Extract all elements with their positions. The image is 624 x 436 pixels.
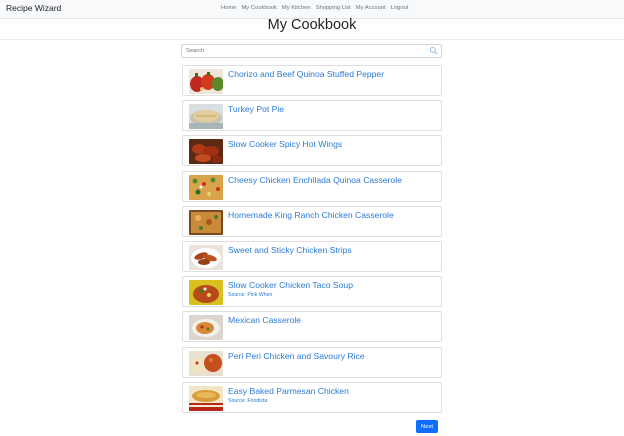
- stuffed-pepper-photo: [189, 69, 223, 94]
- parmesan-chicken-photo: [189, 385, 223, 411]
- recipe-card[interactable]: Chorizo and Beef Quinoa Stuffed Pepper: [182, 65, 442, 96]
- recipe-card[interactable]: Peri Peri Chicken and Savoury Rice: [182, 346, 442, 378]
- nav-home[interactable]: Home: [221, 5, 236, 11]
- recipe-card[interactable]: Slow Cooker Spicy Hot Wings: [182, 135, 442, 167]
- brand-link[interactable]: Recipe Wizard: [6, 3, 61, 13]
- peri-peri-chicken-photo: [189, 350, 223, 376]
- nav-my-account[interactable]: My Account: [356, 5, 386, 11]
- nav-links: Home My Cookbook My Kitchen Shopping Lis…: [221, 5, 413, 11]
- page-title: My Cookbook: [267, 17, 357, 33]
- nav-shopping-list[interactable]: Shopping List: [316, 5, 351, 11]
- recipe-name[interactable]: Turkey Pot Pie: [228, 104, 284, 114]
- mexican-casserole-photo: [189, 315, 223, 341]
- recipe-card[interactable]: Easy Baked Parmesan Chicken Source: Food…: [182, 381, 442, 413]
- recipe-source: Source: Foodista: [228, 397, 268, 404]
- recipe-name[interactable]: Slow Cooker Chicken Taco Soup: [228, 280, 353, 290]
- recipe-name[interactable]: Peri Peri Chicken and Savoury Rice: [228, 351, 365, 361]
- chicken-strips-photo: [189, 244, 223, 270]
- recipe-list: Chorizo and Beef Quinoa Stuffed Pepper T…: [182, 65, 442, 417]
- nav-my-kitchen[interactable]: My Kitchen: [282, 5, 311, 11]
- recipe-card[interactable]: Turkey Pot Pie: [182, 100, 442, 132]
- taco-soup-photo: [189, 280, 223, 306]
- recipe-name[interactable]: Slow Cooker Spicy Hot Wings: [228, 139, 342, 149]
- recipe-card[interactable]: Mexican Casserole: [182, 311, 442, 343]
- recipe-name[interactable]: Homemade King Ranch Chicken Casserole: [228, 210, 394, 220]
- hot-wings-photo: [189, 139, 223, 165]
- recipe-source: Source: Pink When: [228, 292, 273, 299]
- search-icon[interactable]: [429, 46, 438, 55]
- nav-my-cookbook[interactable]: My Cookbook: [241, 5, 276, 11]
- recipe-card[interactable]: Slow Cooker Chicken Taco Soup Source: Pi…: [182, 276, 442, 308]
- recipe-name[interactable]: Cheesy Chicken Enchilada Quinoa Casserol…: [228, 175, 402, 185]
- pot-pie-photo: [189, 104, 223, 130]
- search-box: [181, 44, 442, 58]
- enchilada-casserole-photo: [189, 174, 223, 200]
- search-input[interactable]: [186, 46, 426, 56]
- recipe-card[interactable]: Homemade King Ranch Chicken Casserole: [182, 205, 442, 237]
- nav-logout[interactable]: Logout: [391, 5, 409, 11]
- title-divider: [0, 39, 624, 40]
- recipe-name[interactable]: Mexican Casserole: [228, 315, 301, 325]
- recipe-name[interactable]: Sweet and Sticky Chicken Strips: [228, 245, 352, 255]
- next-button[interactable]: Next: [416, 420, 438, 433]
- recipe-card[interactable]: Cheesy Chicken Enchilada Quinoa Casserol…: [182, 170, 442, 202]
- recipe-card[interactable]: Sweet and Sticky Chicken Strips: [182, 240, 442, 272]
- king-ranch-casserole-photo: [189, 209, 223, 235]
- recipe-name[interactable]: Chorizo and Beef Quinoa Stuffed Pepper: [228, 69, 384, 79]
- recipe-name[interactable]: Easy Baked Parmesan Chicken: [228, 386, 349, 396]
